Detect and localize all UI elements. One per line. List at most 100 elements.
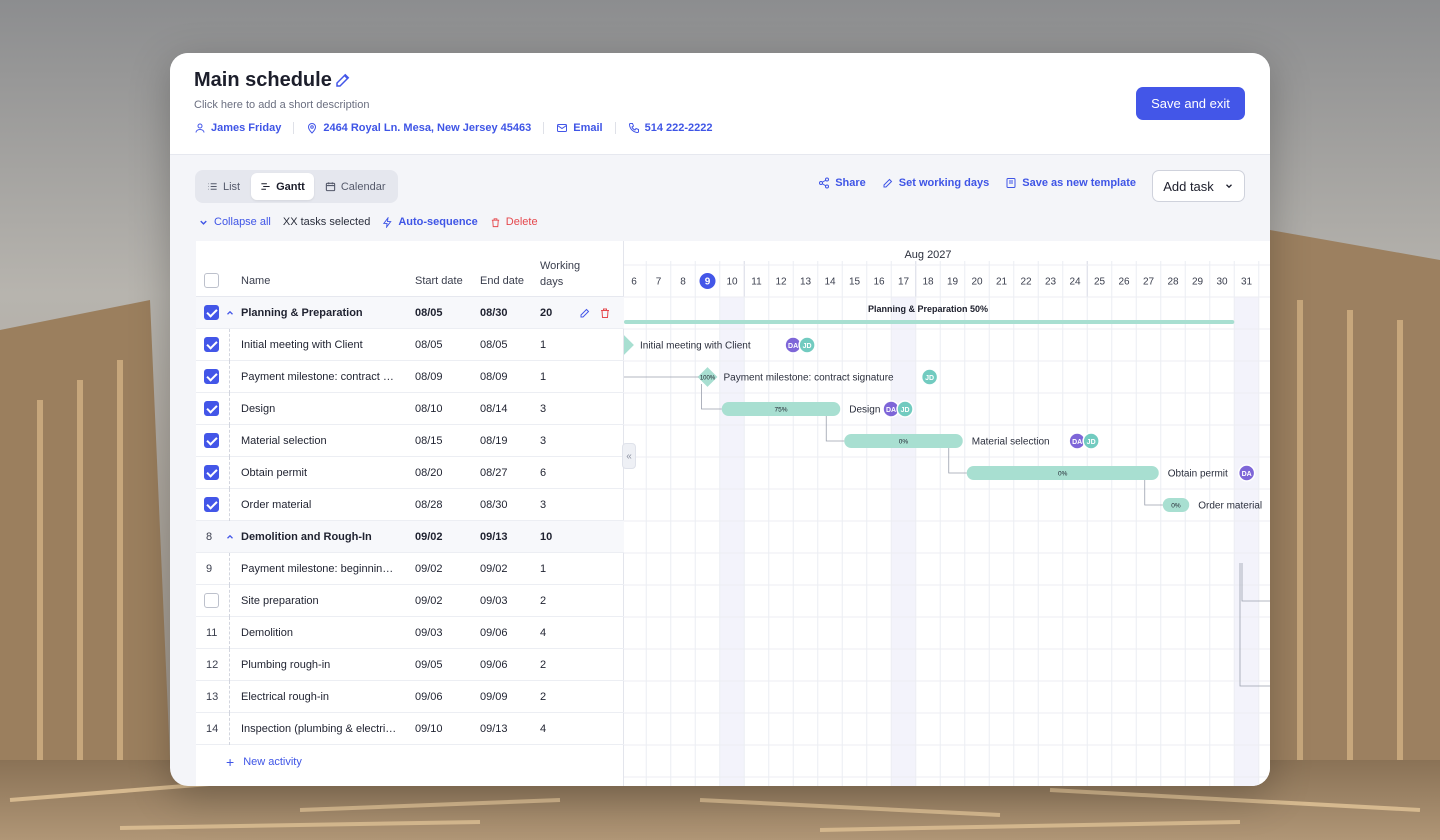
page-title[interactable]: Main schedule: [194, 69, 332, 92]
start-date: 08/05: [415, 338, 443, 351]
add-task-dropdown[interactable]: Add task: [1152, 170, 1245, 202]
group-summary-bar[interactable]: [624, 320, 1235, 324]
assignee-initials: JD: [1087, 439, 1096, 446]
row-checkbox[interactable]: [204, 369, 219, 384]
column-working-days[interactable]: Working days: [540, 258, 600, 290]
table-row[interactable]: Material selection 08/15 08/19 3: [196, 425, 624, 457]
day-label: 12: [775, 277, 787, 288]
table-row[interactable]: Obtain permit 08/20 08/27 6: [196, 457, 624, 489]
end-date: 08/27: [480, 466, 508, 479]
start-date: 08/05: [415, 306, 443, 319]
day-label: 10: [726, 277, 738, 288]
group-row[interactable]: 8 Demolition and Rough-In 09/02 09/13 10: [196, 521, 624, 553]
working-days: 1: [540, 562, 547, 575]
row-checkbox[interactable]: [204, 305, 219, 320]
start-date: 08/10: [415, 402, 443, 415]
collapse-panel-handle[interactable]: «: [622, 443, 636, 469]
task-progress: 75%: [774, 407, 787, 414]
set-working-days-button[interactable]: Set working days: [882, 177, 989, 189]
pencil-icon[interactable]: [579, 307, 591, 319]
tree-guide-line: [229, 457, 230, 489]
day-label: 17: [898, 277, 910, 288]
pencil-icon: [883, 178, 892, 188]
table-row[interactable]: Design 08/10 08/14 3: [196, 393, 624, 425]
assignee-initials: DA: [1072, 439, 1082, 446]
table-row[interactable]: 13 Electrical rough-in 09/06 09/09 2: [196, 681, 624, 713]
day-label: 23: [1045, 277, 1057, 288]
table-row[interactable]: Order material 08/28 08/30 3: [196, 489, 624, 521]
group-row[interactable]: Planning & Preparation 08/05 08/30 20: [196, 297, 624, 329]
column-end-date[interactable]: End date: [480, 275, 524, 287]
contact-email[interactable]: Email: [556, 122, 616, 134]
schedule-header: Main schedule Click here to add a short …: [170, 53, 1270, 155]
end-date: 08/09: [480, 370, 508, 383]
day-label: 31: [1241, 277, 1253, 288]
table-row[interactable]: Payment milestone: contract signature 08/…: [196, 361, 624, 393]
pencil-icon[interactable]: [334, 71, 352, 89]
contact-phone[interactable]: 514 222-2222: [628, 122, 725, 134]
row-number: 12: [206, 658, 219, 671]
chevron-up-icon[interactable]: [225, 308, 235, 318]
table-header: Name Start date End date Working days: [196, 241, 624, 297]
milestone-diamond[interactable]: [624, 335, 634, 355]
working-days: 1: [540, 338, 547, 351]
description-text[interactable]: Click here to add a short description: [194, 99, 369, 111]
end-date: 09/02: [480, 562, 508, 575]
row-checkbox[interactable]: [204, 465, 219, 480]
contact-address[interactable]: 2464 Royal Ln. Mesa, New Jersey 45463: [306, 122, 545, 134]
day-label: 15: [849, 277, 861, 288]
start-date: 09/02: [415, 530, 443, 543]
tree-guide-line: [229, 585, 230, 617]
table-row[interactable]: 11 Demolition 09/03 09/06 4: [196, 617, 624, 649]
trash-icon[interactable]: [599, 307, 611, 319]
row-checkbox[interactable]: [204, 433, 219, 448]
start-date: 08/28: [415, 498, 443, 511]
working-days: 3: [540, 498, 547, 511]
working-days: 2: [540, 594, 547, 607]
tree-guide-line: [229, 393, 230, 425]
select-all-checkbox[interactable]: [204, 273, 219, 288]
start-date: 09/10: [415, 722, 443, 735]
phone-icon: [628, 123, 639, 134]
row-checkbox[interactable]: [204, 497, 219, 512]
day-label: 27: [1143, 277, 1155, 288]
working-days: 6: [540, 466, 547, 479]
view-gantt-button[interactable]: Gantt: [251, 173, 314, 200]
contact-person[interactable]: James Friday: [194, 122, 295, 134]
person-icon: [195, 123, 205, 133]
save-and-exit-button[interactable]: Save and exit: [1136, 87, 1245, 120]
start-date: 09/06: [415, 690, 443, 703]
day-label: 16: [873, 277, 885, 288]
table-row[interactable]: 12 Plumbing rough-in 09/05 09/06 2: [196, 649, 624, 681]
new-activity-button[interactable]: + New activity: [226, 754, 302, 770]
table-row[interactable]: 14 Inspection (plumbing & electrical) 09/1…: [196, 713, 624, 745]
table-row[interactable]: Site preparation 09/02 09/03 2: [196, 585, 624, 617]
column-name[interactable]: Name: [241, 275, 270, 287]
task-progress: 0%: [899, 439, 909, 446]
task-name: Obtain permit: [241, 466, 308, 479]
dependency-arrow: [825, 416, 845, 442]
chevron-down-icon: [200, 220, 207, 225]
table-row[interactable]: Initial meeting with Client 08/05 08/05 1: [196, 329, 624, 361]
view-calendar-button[interactable]: Calendar: [316, 173, 395, 200]
save-template-button[interactable]: Save as new template: [1005, 177, 1136, 189]
share-button[interactable]: Share: [818, 177, 866, 189]
column-start-date[interactable]: Start date: [415, 275, 463, 287]
table-row[interactable]: 9 Payment milestone: beginning of demolit…: [196, 553, 624, 585]
row-number: 9: [206, 562, 213, 575]
collapse-all-button[interactable]: Collapse all: [198, 216, 271, 228]
row-checkbox[interactable]: [204, 401, 219, 416]
row-number: 13: [206, 690, 219, 703]
template-icon: [1006, 178, 1016, 188]
assignee-initials: JD: [925, 375, 934, 382]
view-list-button[interactable]: List: [198, 173, 249, 200]
assignee-initials: JD: [901, 407, 910, 414]
working-days: 2: [540, 658, 547, 671]
delete-button[interactable]: Delete: [490, 216, 538, 228]
auto-sequence-button[interactable]: Auto-sequence: [382, 216, 478, 228]
chevron-up-icon[interactable]: [225, 532, 235, 542]
row-checkbox[interactable]: [204, 593, 219, 608]
row-checkbox[interactable]: [204, 337, 219, 352]
month-label: Aug 2027: [904, 249, 951, 261]
task-name: Planning & Preparation: [241, 306, 363, 319]
